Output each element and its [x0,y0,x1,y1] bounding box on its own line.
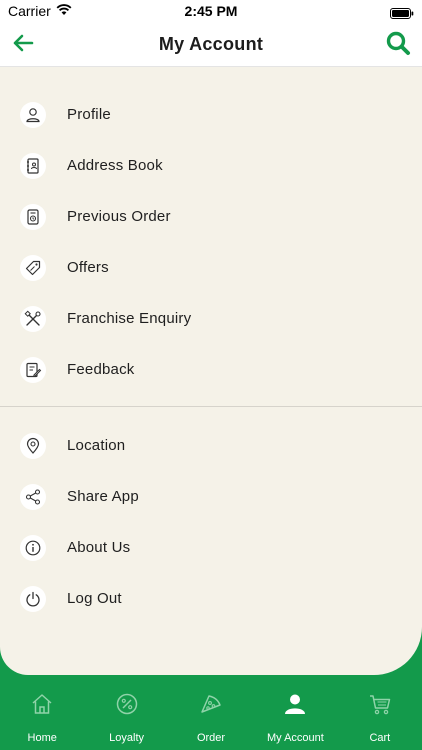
location-pin-icon [20,432,46,459]
user-icon [281,690,309,718]
menu-item-label: Share App [67,488,139,505]
top-navbar: My Account [0,24,422,67]
menu-item-label: Feedback [67,361,135,378]
account-menu-panel: Profile Address Book Previous Order Offe… [0,67,422,675]
tab-my-account[interactable]: My Account [253,675,337,750]
app-screen: Carrier 2:45 PM My Account Profile Addre… [0,0,422,750]
percent-badge-icon [113,690,141,718]
share-icon [20,483,46,510]
menu-item-previous-order[interactable]: Previous Order [0,191,422,242]
menu-item-location[interactable]: Location [0,420,422,471]
account-menu-secondary: Location Share App About Us Log Out [0,420,422,624]
bottom-tab-bar: Home Loyalty Order My Account Cart [0,675,422,750]
status-time: 2:45 PM [184,3,238,19]
menu-item-label: Offers [67,259,109,276]
tab-label: Cart [369,732,391,744]
menu-item-franchise-enquiry[interactable]: Franchise Enquiry [0,293,422,344]
menu-item-label: Log Out [67,590,122,607]
menu-item-address-book[interactable]: Address Book [0,140,422,191]
menu-item-share-app[interactable]: Share App [0,471,422,522]
tab-label: Order [196,732,226,744]
menu-item-log-out[interactable]: Log Out [0,573,422,624]
order-history-icon [20,203,46,230]
tools-icon [20,305,46,332]
menu-item-label: Profile [67,106,111,123]
tab-loyalty[interactable]: Loyalty [84,675,168,750]
menu-item-feedback[interactable]: Feedback [0,344,422,395]
address-book-icon [20,152,46,179]
offer-tag-icon [20,254,46,281]
battery-icon [390,6,414,19]
tab-order[interactable]: Order [169,675,253,750]
tab-label: Home [27,732,57,744]
page-title: My Account [158,34,264,54]
info-icon [20,534,46,561]
cart-icon [366,690,394,718]
pizza-slice-icon [197,690,225,718]
tab-home[interactable]: Home [0,675,84,750]
menu-item-label: Location [67,437,126,454]
status-bar: Carrier 2:45 PM [0,0,422,24]
tab-label: Loyalty [109,732,145,744]
search-button[interactable] [384,31,412,59]
power-icon [20,585,46,612]
menu-divider [0,406,422,407]
menu-item-label: Address Book [67,157,163,174]
user-icon [20,101,46,128]
menu-item-label: About Us [67,539,131,556]
feedback-icon [20,356,46,383]
menu-item-offers[interactable]: Offers [0,242,422,293]
menu-item-label: Previous Order [67,208,171,225]
tab-cart[interactable]: Cart [338,675,422,750]
account-menu-primary: Profile Address Book Previous Order Offe… [0,89,422,395]
tab-label: My Account [266,732,324,744]
search-icon [385,30,411,61]
home-icon [28,690,56,718]
menu-item-label: Franchise Enquiry [67,310,192,327]
menu-item-about-us[interactable]: About Us [0,522,422,573]
menu-item-profile[interactable]: Profile [0,89,422,140]
